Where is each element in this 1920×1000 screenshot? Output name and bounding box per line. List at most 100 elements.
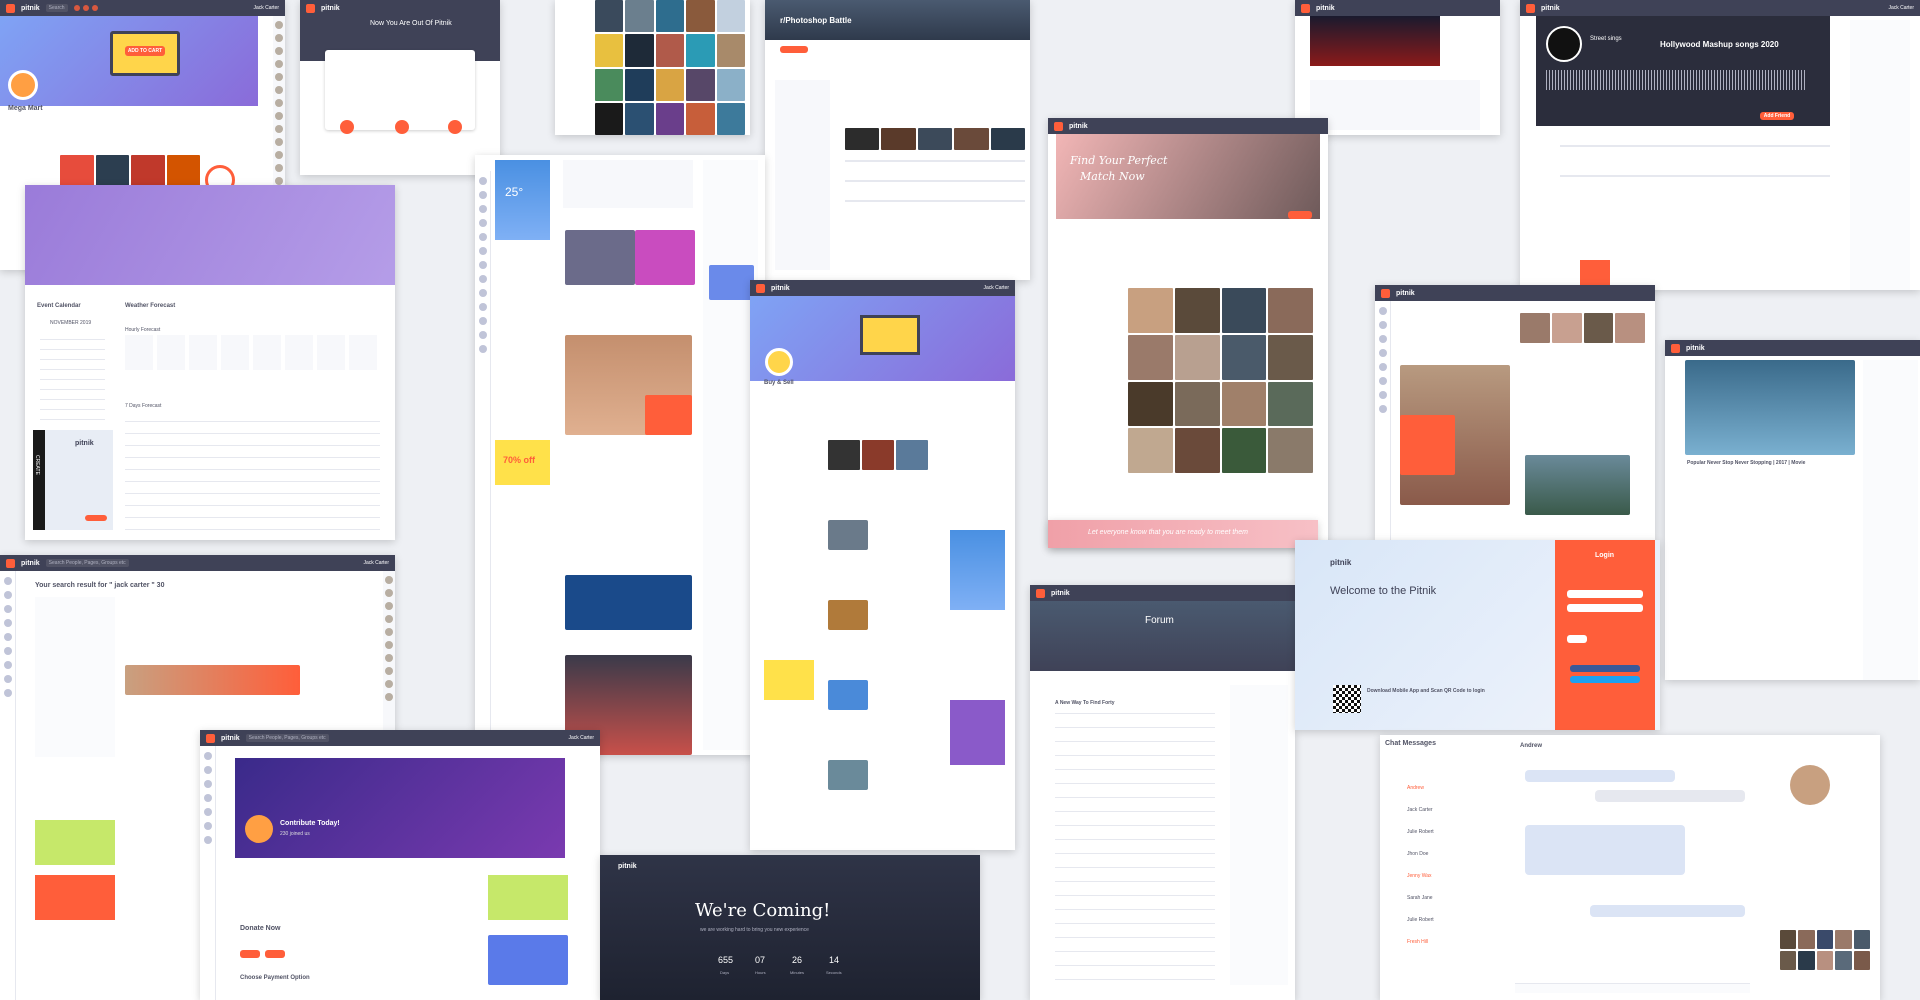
store-avatar — [765, 348, 793, 376]
forum-title: r/Photoshop Battle — [780, 16, 852, 25]
album-avatar — [1546, 26, 1582, 62]
newsfeed-card: 25° 70% off — [475, 155, 765, 755]
contact-4[interactable]: Jhon Doe — [1407, 851, 1428, 857]
calendar-month: NOVEMBER 2019 — [50, 320, 92, 326]
add-to-cart-button[interactable]: ADD TO CART — [125, 46, 165, 56]
countdown-minutes-label: Minutes — [790, 970, 805, 975]
result-photo[interactable] — [125, 665, 300, 695]
contact-2[interactable]: Jack Carter — [1407, 807, 1433, 813]
login-button[interactable] — [1567, 635, 1587, 643]
listing-images[interactable] — [828, 440, 928, 470]
notification-icons[interactable] — [73, 5, 98, 11]
hourly-title: Hourly Forecast — [125, 327, 161, 333]
coming-brand: pitnik — [618, 863, 637, 870]
top-navbar: pitnik — [300, 0, 500, 16]
weather-widget-2 — [950, 530, 1005, 610]
qr-code[interactable] — [1333, 685, 1361, 713]
chat-card: Chat Messages Andrew Jack Carter Julie R… — [1380, 735, 1880, 1000]
forum-card: pitnik Forum A New Way To Find Forty — [1030, 585, 1295, 1000]
dynamic-ads[interactable] — [565, 575, 692, 630]
user-name[interactable]: Jack Carter — [253, 5, 279, 11]
post-image[interactable] — [565, 230, 635, 285]
photo-gallery-card — [555, 0, 750, 135]
sale-badge-5 — [488, 875, 568, 920]
love-banner: Let everyone know that you are ready to … — [1048, 520, 1318, 548]
active-contact: Andrew — [1520, 743, 1543, 749]
chat-contact-list: Andrew Jack Carter Julie Robert Jhon Doe… — [1385, 755, 1495, 995]
video-player[interactable] — [1685, 360, 1855, 455]
music-card: pitnik Jack Carter Street sings Hollywood… — [1520, 0, 1920, 290]
friends-card: pitnik — [1375, 285, 1655, 540]
find-button[interactable] — [1288, 211, 1312, 219]
contact-6[interactable]: Sarah Jane — [1407, 895, 1433, 901]
forum-title: Forum — [1145, 615, 1174, 626]
coming-soon-card: pitnik We're Coming! we are working hard… — [600, 855, 980, 1000]
weather-temp: 25° — [505, 185, 524, 199]
add-friend-button[interactable]: Add Friend — [1760, 112, 1794, 120]
top-navbar: pitnik Search Jack Carter — [0, 0, 285, 16]
media-grid[interactable] — [1780, 930, 1870, 970]
contact-7[interactable]: Julie Robert — [1407, 917, 1434, 923]
password-input[interactable] — [1567, 604, 1643, 612]
countdown-seconds: 14 — [829, 955, 840, 965]
promo-tile[interactable] — [950, 700, 1005, 765]
waveform[interactable] — [1546, 70, 1806, 90]
qr-text: Download Mobile App and Scan QR Code to … — [1367, 688, 1485, 694]
countdown-days-label: Days — [720, 970, 730, 975]
message-input[interactable] — [1515, 983, 1750, 993]
store-title: Mega Mart — [8, 105, 43, 112]
contribute-banner — [235, 758, 565, 858]
gallery-grid — [595, 0, 745, 135]
create-label: CREATE — [34, 455, 40, 475]
contribute-sub: 230 joined us — [280, 831, 310, 837]
contact-8[interactable]: Fresh Hill — [1407, 939, 1428, 945]
ad-tile[interactable] — [709, 265, 754, 300]
coming-sub: we are working hard to bring you new exp… — [700, 927, 809, 933]
dating-card: pitnik Find Your Perfect Match Now — [1048, 118, 1328, 548]
post-photo-overlay[interactable] — [645, 395, 692, 435]
post-image-2[interactable] — [635, 230, 695, 285]
video-card: pitnik Popular Never Stop Never Stopping… — [1665, 340, 1920, 680]
match-title-2: Match Now — [1080, 170, 1145, 183]
hands-icon — [245, 815, 273, 843]
video-title: Popular Never Stop Never Stopping | 2017… — [1687, 460, 1806, 466]
contact-1[interactable]: Andrew — [1407, 785, 1424, 791]
twitter-login[interactable] — [1570, 676, 1640, 683]
calendar-title: Event Calendar — [37, 303, 81, 309]
search-result-title: Your search result for " jack carter " 3… — [35, 582, 165, 589]
store-title: Buy & Sell — [764, 380, 794, 386]
logo-icon — [6, 3, 15, 13]
signout-card: pitnik Now You Are Out Of Pitnik — [300, 0, 500, 175]
sale-badge-3 — [35, 820, 115, 865]
countdown-hours: 07 — [755, 955, 766, 965]
contact-3[interactable]: Julie Robert — [1407, 829, 1434, 835]
amount-btn-1[interactable] — [240, 950, 260, 958]
event-calendar-card: Event Calendar NOVEMBER 2019 Weather For… — [25, 185, 395, 540]
username-input[interactable] — [1567, 590, 1643, 598]
amount-btn-2[interactable] — [265, 950, 285, 958]
signout-title: Now You Are Out Of Pitnik — [370, 20, 452, 27]
facebook-login[interactable] — [1570, 665, 1640, 672]
join-button[interactable] — [780, 46, 808, 53]
forum-section: A New Way To Find Forty — [1055, 700, 1115, 706]
contact-5[interactable]: Jenny Wax — [1407, 873, 1432, 879]
countdown-minutes: 26 — [792, 955, 803, 965]
login-title: Login — [1595, 552, 1615, 559]
forecast-title: Weather Forecast — [125, 303, 176, 309]
brand-name: pitnik — [21, 4, 40, 12]
calendar-grid[interactable] — [40, 330, 105, 420]
match-title: Find Your Perfect — [1070, 154, 1168, 167]
countdown-hours-label: Hours — [755, 970, 766, 975]
match-grid[interactable] — [1128, 288, 1313, 473]
contribute-card: pitnik Search People, Pages, Groups etc Ja… — [200, 730, 600, 1000]
search-input[interactable]: Search — [45, 4, 68, 12]
welcome-card: pitnik Welcome to the Pitnik Download Mo… — [1295, 540, 1660, 730]
create-button[interactable] — [85, 515, 107, 521]
weather-widget — [495, 160, 550, 240]
7day-title: 7 Days Forecast — [125, 403, 162, 409]
friend-thumbs[interactable] — [1520, 313, 1645, 343]
track-title: Hollywood Mashup songs 2020 — [1660, 40, 1779, 49]
create-strip — [33, 430, 45, 530]
coming-title: We're Coming! — [695, 900, 831, 921]
sale-text: 70% off — [503, 455, 536, 465]
